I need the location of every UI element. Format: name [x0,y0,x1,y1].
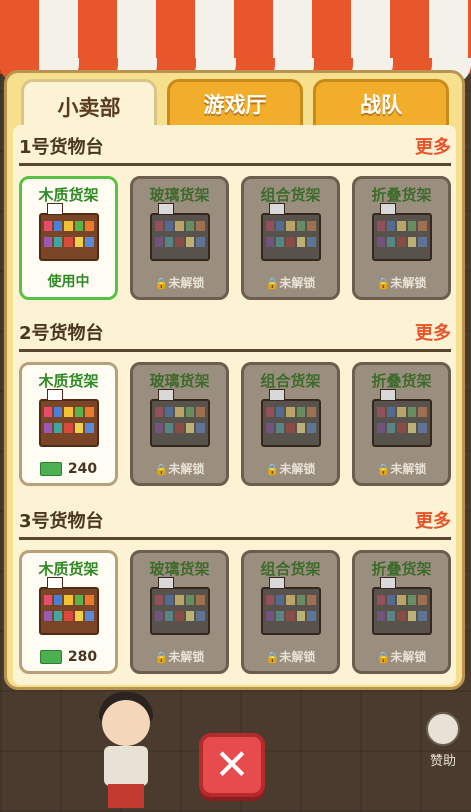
sponsor-icon [426,712,460,746]
more-button[interactable]: 更多 [415,507,451,533]
cash-icon [39,650,62,664]
tab-arcade[interactable]: 游戏厅 [167,79,303,125]
shelf-name: 折叠货架 [371,560,432,578]
shelf-card-row: 木质货架 使用中 玻璃货架 🔒未解锁 组合货架 🔒未解锁 折叠货架 🔒未解锁 [19,176,451,300]
shelf-name: 木质货架 [38,560,99,578]
shelf-name: 组合货架 [260,186,321,204]
shelf-icon [38,389,99,447]
locked-label: 🔒未解锁 [133,274,226,291]
shelf-card[interactable]: 组合货架 🔒未解锁 [241,176,340,300]
lock-icon: 🔒 [376,651,391,664]
lock-icon: 🔒 [154,463,169,476]
cash-icon [39,462,62,476]
shelf-name: 玻璃货架 [149,560,210,578]
shelf-name: 折叠货架 [371,186,432,204]
locked-text: 未解锁 [279,276,316,290]
lock-icon: 🔒 [376,277,391,290]
price-value: 280 [67,649,98,665]
shelf-card[interactable]: 组合货架 🔒未解锁 [241,550,340,674]
shelf-card[interactable]: 折叠货架 🔒未解锁 [352,550,451,674]
lock-icon: 🔒 [265,463,280,476]
lock-icon: 🔒 [265,651,280,664]
locked-label: 🔒未解锁 [244,460,337,477]
shelf-list: 1号货物台 更多 木质货架 使用中 玻璃货架 🔒未解锁 组合货架 🔒未解锁 折叠货架 🔒未解锁 2号… [13,125,456,685]
shelf-card[interactable]: 玻璃货架 🔒未解锁 [130,362,229,486]
section-title: 1号货物台 [19,137,104,158]
locked-text: 未解锁 [279,462,316,476]
locked-text: 未解锁 [168,462,205,476]
shelf-card[interactable]: 木质货架 使用中 [19,176,118,300]
section-header: 3号货物台 更多 [19,503,451,540]
locked-text: 未解锁 [279,650,316,664]
shelf-icon [260,577,321,635]
section-title: 2号货物台 [19,323,104,344]
more-button[interactable]: 更多 [415,133,451,159]
shelf-card-row: 木质货架 280 玻璃货架 🔒未解锁 组合货架 🔒未解锁 折叠货架 🔒未解锁 [19,550,451,674]
sponsor-label: 赞助 [429,754,456,769]
locked-label: 🔒未解锁 [355,648,448,665]
locked-label: 🔒未解锁 [355,274,448,291]
player-character [98,692,154,808]
locked-text: 未解锁 [168,650,205,664]
shop-panel: 小卖部 游戏厅 战队 1号货物台 更多 木质货架 使用中 玻璃货架 🔒未解锁 组合货架 🔒未解… [4,70,465,690]
shelf-name: 玻璃货架 [149,186,210,204]
tab-snack-shop[interactable]: 小卖部 [21,79,157,131]
in-use-label: 使用中 [47,274,90,290]
locked-text: 未解锁 [390,462,427,476]
shelf-card[interactable]: 折叠货架 🔒未解锁 [352,176,451,300]
shelf-name: 组合货架 [260,372,321,390]
tab-bar: 小卖部 游戏厅 战队 [21,79,449,131]
tab-team[interactable]: 战队 [313,79,449,125]
shelf-name: 玻璃货架 [149,372,210,390]
shelf-icon [149,389,210,447]
sponsor-button[interactable]: 赞助 [418,712,468,772]
lock-icon: 🔒 [265,277,280,290]
shelf-card[interactable]: 玻璃货架 🔒未解锁 [130,550,229,674]
shelf-icon [260,203,321,261]
lock-icon: 🔒 [376,463,391,476]
shelf-icon [149,203,210,261]
shelf-icon [260,389,321,447]
shelf-icon [371,389,432,447]
shelf-name: 组合货架 [260,560,321,578]
shelf-icon [149,577,210,635]
shelf-section: 3号货物台 更多 木质货架 280 玻璃货架 🔒未解锁 组合货架 🔒未解锁 折叠货架 🔒未解锁 [19,503,451,674]
shelf-icon [38,203,99,261]
lock-icon: 🔒 [154,277,169,290]
more-button[interactable]: 更多 [415,319,451,345]
shelf-icon [371,203,432,261]
shelf-section: 1号货物台 更多 木质货架 使用中 玻璃货架 🔒未解锁 组合货架 🔒未解锁 折叠货架 🔒未解锁 [19,129,451,300]
locked-label: 🔒未解锁 [133,460,226,477]
close-icon: ✕ [214,740,250,789]
section-header: 2号货物台 更多 [19,315,451,352]
locked-label: 🔒未解锁 [133,648,226,665]
shelf-card[interactable]: 折叠货架 🔒未解锁 [352,362,451,486]
locked-text: 未解锁 [390,276,427,290]
price-value: 240 [67,461,98,477]
section-header: 1号货物台 更多 [19,129,451,166]
close-button[interactable]: ✕ [199,733,265,797]
shelf-icon [371,577,432,635]
price: 280 [22,649,115,665]
shelf-section: 2号货物台 更多 木质货架 240 玻璃货架 🔒未解锁 组合货架 🔒未解锁 折叠货架 🔒未解锁 [19,315,451,486]
section-title: 3号货物台 [19,511,104,532]
lock-icon: 🔒 [154,651,169,664]
locked-label: 🔒未解锁 [355,460,448,477]
shelf-card-row: 木质货架 240 玻璃货架 🔒未解锁 组合货架 🔒未解锁 折叠货架 🔒未解锁 [19,362,451,486]
shelf-card[interactable]: 组合货架 🔒未解锁 [241,362,340,486]
shelf-card[interactable]: 玻璃货架 🔒未解锁 [130,176,229,300]
price: 240 [22,461,115,477]
locked-text: 未解锁 [168,276,205,290]
shelf-name: 折叠货架 [371,372,432,390]
shelf-card[interactable]: 木质货架 280 [19,550,118,674]
locked-label: 🔒未解锁 [244,648,337,665]
locked-label: 🔒未解锁 [244,274,337,291]
shelf-icon [38,577,99,635]
shelf-name: 木质货架 [38,186,99,204]
locked-text: 未解锁 [390,650,427,664]
shelf-name: 木质货架 [38,372,99,390]
shelf-card[interactable]: 木质货架 240 [19,362,118,486]
